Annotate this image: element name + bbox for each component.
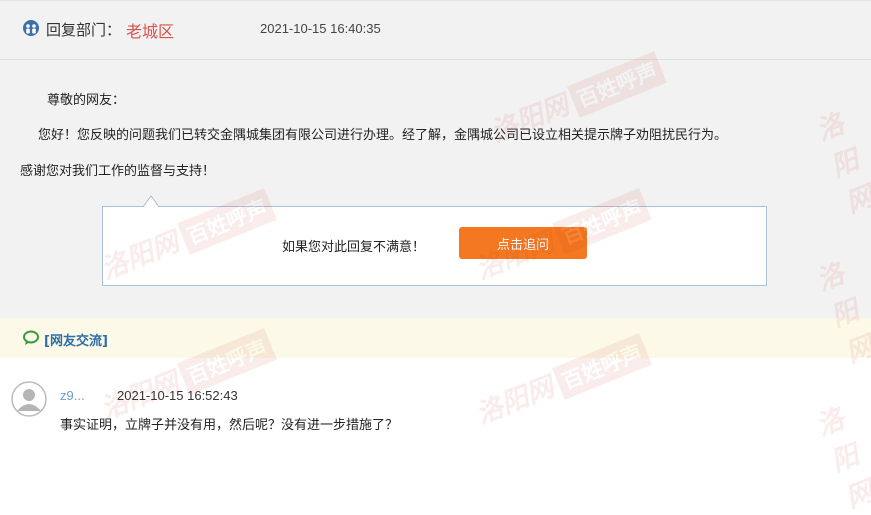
- section-title: [网友交流]: [44, 334, 108, 349]
- feedback-box: [102, 206, 767, 286]
- reply-timestamp: 2021-10-15 16:40:35: [260, 21, 381, 36]
- reply-body-line-1: 您好！您反映的问题我们已转交金隅城集团有限公司进行办理。经了解，金隅城公司已设立…: [38, 128, 728, 143]
- reply-greeting: 尊敬的网友：: [47, 93, 126, 108]
- avatar-icon: [11, 381, 47, 417]
- comment-text: 事实证明，立牌子并没有用，然后呢？没有进一步措施了？: [60, 418, 399, 433]
- watermark: 洛阳网: [812, 403, 871, 515]
- department-label: 回复部门：: [46, 21, 122, 39]
- follow-up-button[interactable]: 点击追问: [459, 227, 587, 259]
- comment-timestamp: 2021-10-15 16:52:43: [117, 388, 238, 403]
- feedback-prompt: 如果您对此回复不满意！: [282, 240, 426, 255]
- chat-bubble-icon: [23, 330, 39, 345]
- reply-body-line-2: 感谢您对我们工作的监督与支持！: [20, 164, 216, 179]
- feedback-box-pointer: [143, 195, 159, 207]
- department-icon: [23, 20, 39, 36]
- comment-username[interactable]: z9...: [60, 388, 85, 403]
- department-name: 老城区: [126, 22, 175, 41]
- netizen-exchange-section: [0, 318, 871, 358]
